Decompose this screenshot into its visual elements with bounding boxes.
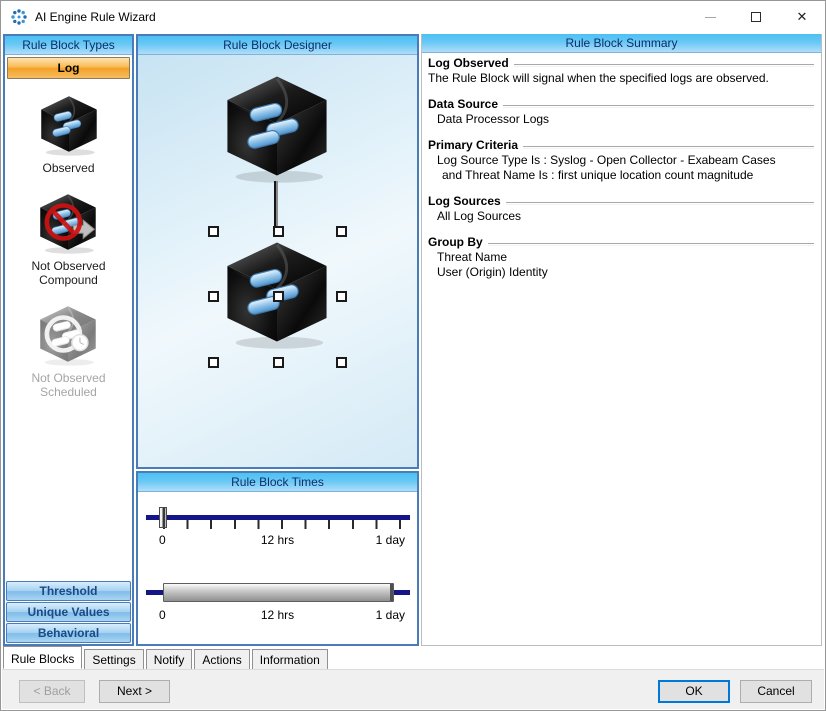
rule-type-not-observed-compound[interactable]: Not Observed Compound: [31, 189, 106, 287]
designer-column: Rule Block Designer Rule Block Times 0 1…: [136, 34, 419, 646]
selection-handle-s[interactable]: [273, 357, 284, 368]
section-line: User (Origin) Identity: [437, 265, 548, 279]
summary-section-log-observed: Log Observed The Rule Block will signal …: [428, 56, 814, 86]
section-rule-line: [513, 63, 814, 67]
summary-section-data-source: Data Source Data Processor Logs: [428, 97, 814, 127]
tab-rule-blocks[interactable]: Rule Blocks: [3, 646, 83, 669]
ok-button[interactable]: OK: [658, 680, 730, 703]
selection-handle-e[interactable]: [336, 291, 347, 302]
section-line: Log Source Type Is : Syslog - Open Colle…: [437, 153, 776, 167]
footer-bar: < Back Next > OK Cancel: [2, 669, 824, 709]
section-line: Threat Name: [437, 250, 508, 264]
cancel-button[interactable]: Cancel: [740, 680, 812, 703]
main-area: Rule Block Types Log Observed Not Observ…: [1, 34, 825, 646]
app-logo-icon: [11, 9, 27, 25]
tab-actions[interactable]: Actions: [194, 649, 250, 669]
type-category-buttons: Threshold Unique Values Behavioral: [5, 580, 132, 644]
section-rule-line: [505, 201, 814, 205]
selection-handle-n[interactable]: [273, 226, 284, 237]
section-line: and Threat Name Is : first unique locati…: [442, 168, 754, 182]
section-title: Log Sources: [428, 194, 501, 208]
rule-block-types-header: Rule Block Types: [5, 36, 132, 55]
section-title: Group By: [428, 235, 483, 249]
rule-block-designer-panel: Rule Block Designer: [136, 34, 419, 469]
selection-handle-w[interactable]: [208, 291, 219, 302]
rule-type-label: Not Observed Scheduled: [31, 371, 106, 399]
section-title: Data Source: [428, 97, 499, 111]
minimize-button[interactable]: [687, 1, 733, 33]
maximize-button[interactable]: [733, 1, 779, 33]
observed-cube-icon: [36, 91, 102, 157]
title-bar: AI Engine Rule Wizard ✕: [1, 1, 825, 33]
summary-body: Log Observed The Rule Block will signal …: [422, 53, 821, 291]
section-line: Data Processor Logs: [437, 112, 550, 126]
tick-label-12hrs: 12 hrs: [260, 608, 295, 622]
block-connector-line: [274, 181, 278, 231]
section-title: Log Observed: [428, 56, 509, 70]
section-title: Primary Criteria: [428, 138, 519, 152]
selection-handle-sw[interactable]: [208, 357, 219, 368]
not-observed-compound-icon: [35, 189, 101, 255]
back-button: < Back: [19, 680, 85, 703]
time-slider-handle[interactable]: [159, 507, 167, 528]
minimize-icon: [704, 16, 716, 18]
tab-notify[interactable]: Notify: [145, 649, 193, 669]
wizard-tabstrip: Rule Blocks Settings Notify Actions Info…: [3, 646, 330, 669]
times-body: 0 12 hrs 1 day 0 12 hrs 1 day: [138, 492, 417, 644]
summary-section-log-sources: Log Sources All Log Sources: [428, 194, 814, 224]
not-observed-scheduled-icon: [35, 301, 101, 367]
tick-label-0: 0: [159, 533, 166, 547]
tick-label-1day: 1 day: [375, 608, 405, 622]
window-title: AI Engine Rule Wizard: [35, 10, 156, 24]
selection-handle-center[interactable]: [273, 291, 284, 302]
rule-block-designer-header: Rule Block Designer: [138, 36, 417, 55]
designer-canvas[interactable]: [138, 55, 417, 467]
selection-handle-ne[interactable]: [336, 226, 347, 237]
unique-values-category-button[interactable]: Unique Values: [6, 602, 131, 622]
next-button[interactable]: Next >: [99, 680, 170, 703]
maximize-icon: [751, 12, 761, 22]
rule-type-list: Observed Not Observed Compound Not Obser…: [5, 81, 132, 580]
section-rule-line: [487, 242, 814, 246]
section-rule-line: [503, 104, 814, 108]
rule-block-types-panel: Rule Block Types Log Observed Not Observ…: [3, 34, 134, 646]
time-slider-ticks: [163, 520, 401, 529]
rule-block-summary-header: Rule Block Summary: [422, 34, 821, 53]
ai-engine-rule-wizard-window: AI Engine Rule Wizard ✕ Rule Block Types…: [0, 0, 826, 711]
rule-type-label: Not Observed Compound: [31, 259, 106, 287]
rule-block-times-panel: Rule Block Times 0 12 hrs 1 day 0 12 hrs…: [136, 471, 419, 646]
range-slider-bar[interactable]: [163, 583, 394, 602]
behavioral-category-button[interactable]: Behavioral: [6, 623, 131, 643]
selection-handle-se[interactable]: [336, 357, 347, 368]
summary-section-group-by: Group By Threat Name User (Origin) Ident…: [428, 235, 814, 280]
designer-source-cube-icon[interactable]: [218, 67, 336, 185]
threshold-category-button[interactable]: Threshold: [6, 581, 131, 601]
section-line: All Log Sources: [437, 209, 522, 223]
tab-information[interactable]: Information: [251, 649, 328, 669]
tick-label-0: 0: [159, 608, 166, 622]
close-icon: ✕: [796, 9, 808, 24]
section-line: The Rule Block will signal when the spec…: [428, 71, 769, 85]
tab-settings[interactable]: Settings: [84, 649, 144, 669]
time-slider-labels: 0 12 hrs 1 day: [138, 533, 417, 547]
rule-type-observed[interactable]: Observed: [36, 91, 102, 175]
close-button[interactable]: ✕: [779, 1, 825, 33]
tick-label-12hrs: 12 hrs: [260, 533, 295, 547]
rule-type-not-observed-scheduled: Not Observed Scheduled: [31, 301, 106, 399]
rule-type-label: Observed: [42, 161, 95, 175]
rule-block-summary-panel: Rule Block Summary Log Observed The Rule…: [421, 34, 822, 646]
selection-handle-nw[interactable]: [208, 226, 219, 237]
range-slider-labels: 0 12 hrs 1 day: [138, 608, 417, 622]
tick-label-1day: 1 day: [375, 533, 405, 547]
log-category-button[interactable]: Log: [7, 57, 130, 79]
section-rule-line: [523, 145, 814, 149]
rule-block-times-header: Rule Block Times: [138, 473, 417, 492]
summary-section-primary-criteria: Primary Criteria Log Source Type Is : Sy…: [428, 138, 814, 183]
